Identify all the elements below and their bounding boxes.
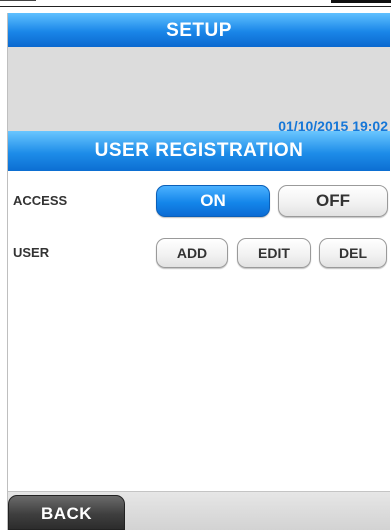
section-title: USER REGISTRATION xyxy=(94,140,304,161)
access-on-label: ON xyxy=(200,191,226,210)
delete-user-button[interactable]: DEL xyxy=(319,238,387,268)
access-label: ACCESS xyxy=(13,193,68,208)
top-rule xyxy=(0,6,391,7)
status-panel: 01/10/2015 19:02 xyxy=(8,47,390,134)
access-on-button[interactable]: ON xyxy=(156,185,270,217)
access-off-button[interactable]: OFF xyxy=(278,185,388,217)
back-button[interactable]: BACK xyxy=(8,495,125,530)
delete-user-label: DEL xyxy=(339,245,367,261)
user-label: USER xyxy=(13,245,50,260)
top-right-rule xyxy=(331,0,391,3)
edit-user-button[interactable]: EDIT xyxy=(237,238,311,268)
device-screen: SETUP 01/10/2015 19:02 USER REGISTRATION… xyxy=(7,13,390,530)
page-title: SETUP xyxy=(166,20,232,41)
access-off-label: OFF xyxy=(316,191,350,210)
top-rule-tick xyxy=(0,0,36,1)
section-title-bar: USER REGISTRATION xyxy=(8,131,390,171)
edit-user-label: EDIT xyxy=(258,245,290,261)
add-user-button[interactable]: ADD xyxy=(156,238,228,268)
page: SETUP 01/10/2015 19:02 USER REGISTRATION… xyxy=(0,0,391,530)
add-user-label: ADD xyxy=(176,245,208,261)
setup-title-bar: SETUP xyxy=(8,13,390,47)
back-label: BACK xyxy=(40,504,93,523)
